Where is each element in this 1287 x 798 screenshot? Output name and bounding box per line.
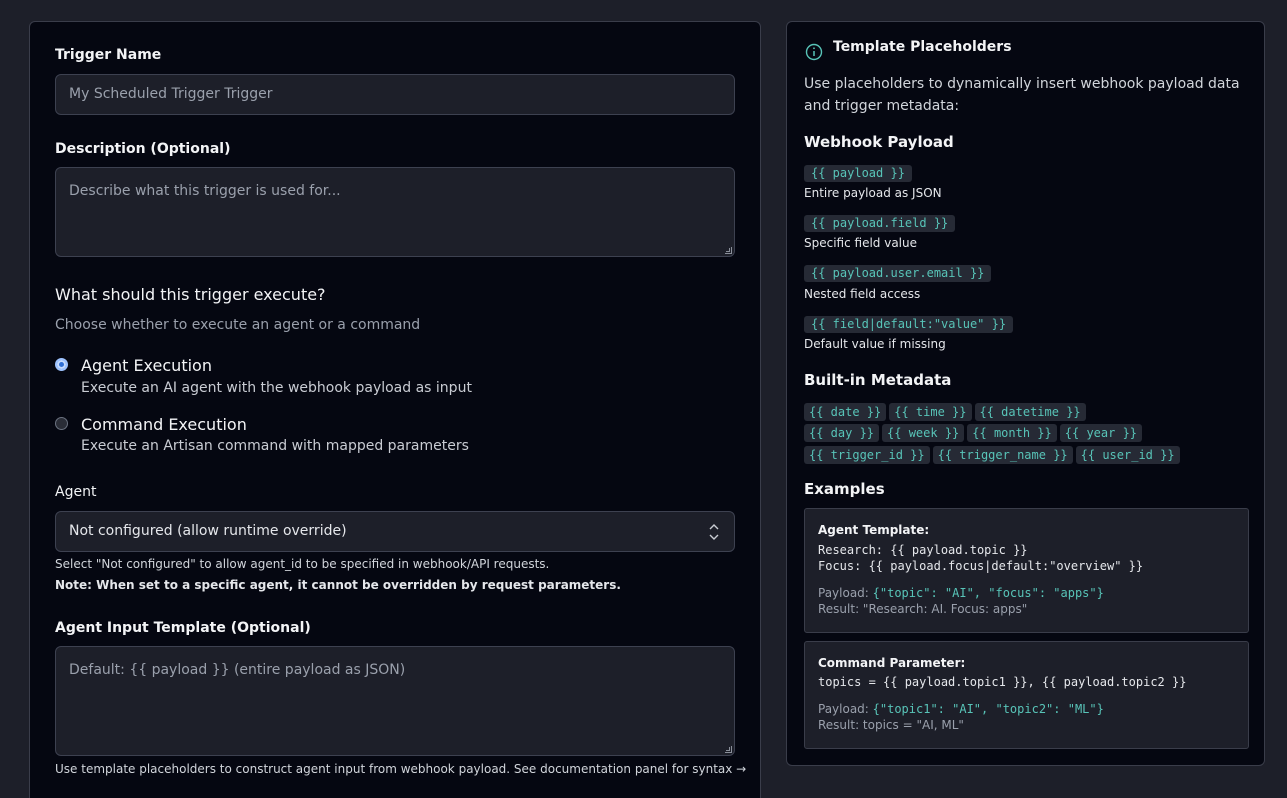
trigger-name-input[interactable]: My Scheduled Trigger Trigger [55,74,735,115]
example-result: Result: topics = "AI, ML" [818,718,964,732]
payload-label: Payload: [818,586,873,600]
agent-select[interactable]: Not configured (allow runtime override) [55,511,735,552]
metadata-chip: {{ trigger_id }} [804,446,930,464]
metadata-chip: {{ day }} [804,424,880,442]
resize-handle-icon[interactable] [725,247,732,254]
metadata-chip: {{ datetime }} [974,403,1086,421]
template-docs-panel: Template Placeholders Use placeholders t… [786,21,1265,766]
execute-section-title: What should this trigger execute? [55,285,326,304]
example-code-line: topics = {{ payload.topic1 }}, {{ payloa… [818,675,1187,689]
resize-handle-icon[interactable] [725,746,732,753]
payload-json: {"topic": "AI", "focus": "apps"} [872,586,1104,600]
docs-intro-line1: Use placeholders to dynamically insert w… [804,76,1240,92]
trigger-form-panel: Trigger Name My Scheduled Trigger Trigge… [29,21,761,798]
chevron-up-down-icon [709,524,719,540]
placeholder-desc: Nested field access [804,287,921,301]
metadata-chip: {{ trigger_name }} [932,446,1073,464]
metadata-row: {{ trigger_id }}{{ trigger_name }}{{ use… [804,444,1183,464]
agent-execution-desc: Execute an AI agent with the webhook pay… [81,380,472,396]
description-textarea[interactable]: Describe what this trigger is used for..… [55,167,735,257]
metadata-chip: {{ month }} [967,424,1057,442]
docs-title: Template Placeholders [833,39,1012,55]
agent-input-placeholder: Default: {{ payload }} (entire payload a… [69,662,406,678]
metadata-chip: {{ time }} [889,403,972,421]
placeholder-code: {{ payload.field }} [804,215,956,232]
agent-execution-title[interactable]: Agent Execution [81,356,212,375]
agent-input-textarea[interactable]: Default: {{ payload }} (entire payload a… [55,646,735,756]
agent-template-example: Agent Template: Research: {{ payload.top… [804,508,1249,633]
placeholder-code: {{ field|default:"value" }} [804,316,1014,333]
placeholder-desc: Specific field value [804,236,918,250]
metadata-row: {{ day }}{{ week }}{{ month }}{{ year }} [804,422,1145,442]
agent-label: Agent [55,484,97,500]
placeholder-desc: Default value if missing [804,337,946,351]
example-code-line: Focus: {{ payload.focus|default:"overvie… [818,559,1144,573]
example-payload: Payload: {"topic": "AI", "focus": "apps"… [818,586,1104,600]
agent-input-label: Agent Input Template (Optional) [55,620,311,636]
placeholder-desc: Entire payload as JSON [804,186,942,200]
example-title: Command Parameter: [818,656,966,670]
example-title: Agent Template: [818,523,930,537]
command-execution-desc: Execute an Artisan command with mapped p… [81,438,469,454]
metadata-row: {{ date }}{{ time }}{{ datetime }} [804,401,1089,421]
description-placeholder: Describe what this trigger is used for..… [69,183,341,199]
agent-execution-radio[interactable] [55,358,68,371]
metadata-chip: {{ date }} [804,403,887,421]
command-parameter-example: Command Parameter: topics = {{ payload.t… [804,641,1249,749]
execute-section-subtitle: Choose whether to execute an agent or a … [55,317,421,333]
docs-intro-line2: and trigger metadata: [804,98,960,114]
metadata-chip: {{ year }} [1059,424,1143,442]
agent-select-value: Not configured (allow runtime override) [69,523,347,539]
metadata-chip: {{ week }} [882,424,965,442]
placeholder-code: {{ payload }} [804,165,912,182]
agent-input-help: Use template placeholders to construct a… [55,762,747,776]
info-icon [805,43,823,61]
webhook-payload-heading: Webhook Payload [804,133,954,151]
example-code-line: Research: {{ payload.topic }} [818,543,1028,557]
agent-help-text: Select "Not configured" to allow agent_i… [55,557,550,571]
examples-heading: Examples [804,480,885,498]
example-payload: Payload: {"topic1": "AI", "topic2": "ML"… [818,702,1104,716]
command-execution-radio[interactable] [55,417,68,430]
example-result: Result: "Research: AI. Focus: apps" [818,602,1028,616]
metadata-chip: {{ user_id }} [1075,446,1180,464]
builtin-metadata-heading: Built-in Metadata [804,371,952,389]
trigger-name-label: Trigger Name [55,47,162,63]
command-execution-title[interactable]: Command Execution [81,415,247,434]
agent-note-text: Note: When set to a specific agent, it c… [55,578,621,592]
placeholder-code: {{ payload.user.email }} [804,265,992,282]
payload-json: {"topic1": "AI", "topic2": "ML"} [872,702,1104,716]
description-label: Description (Optional) [55,141,231,157]
payload-label: Payload: [818,702,873,716]
